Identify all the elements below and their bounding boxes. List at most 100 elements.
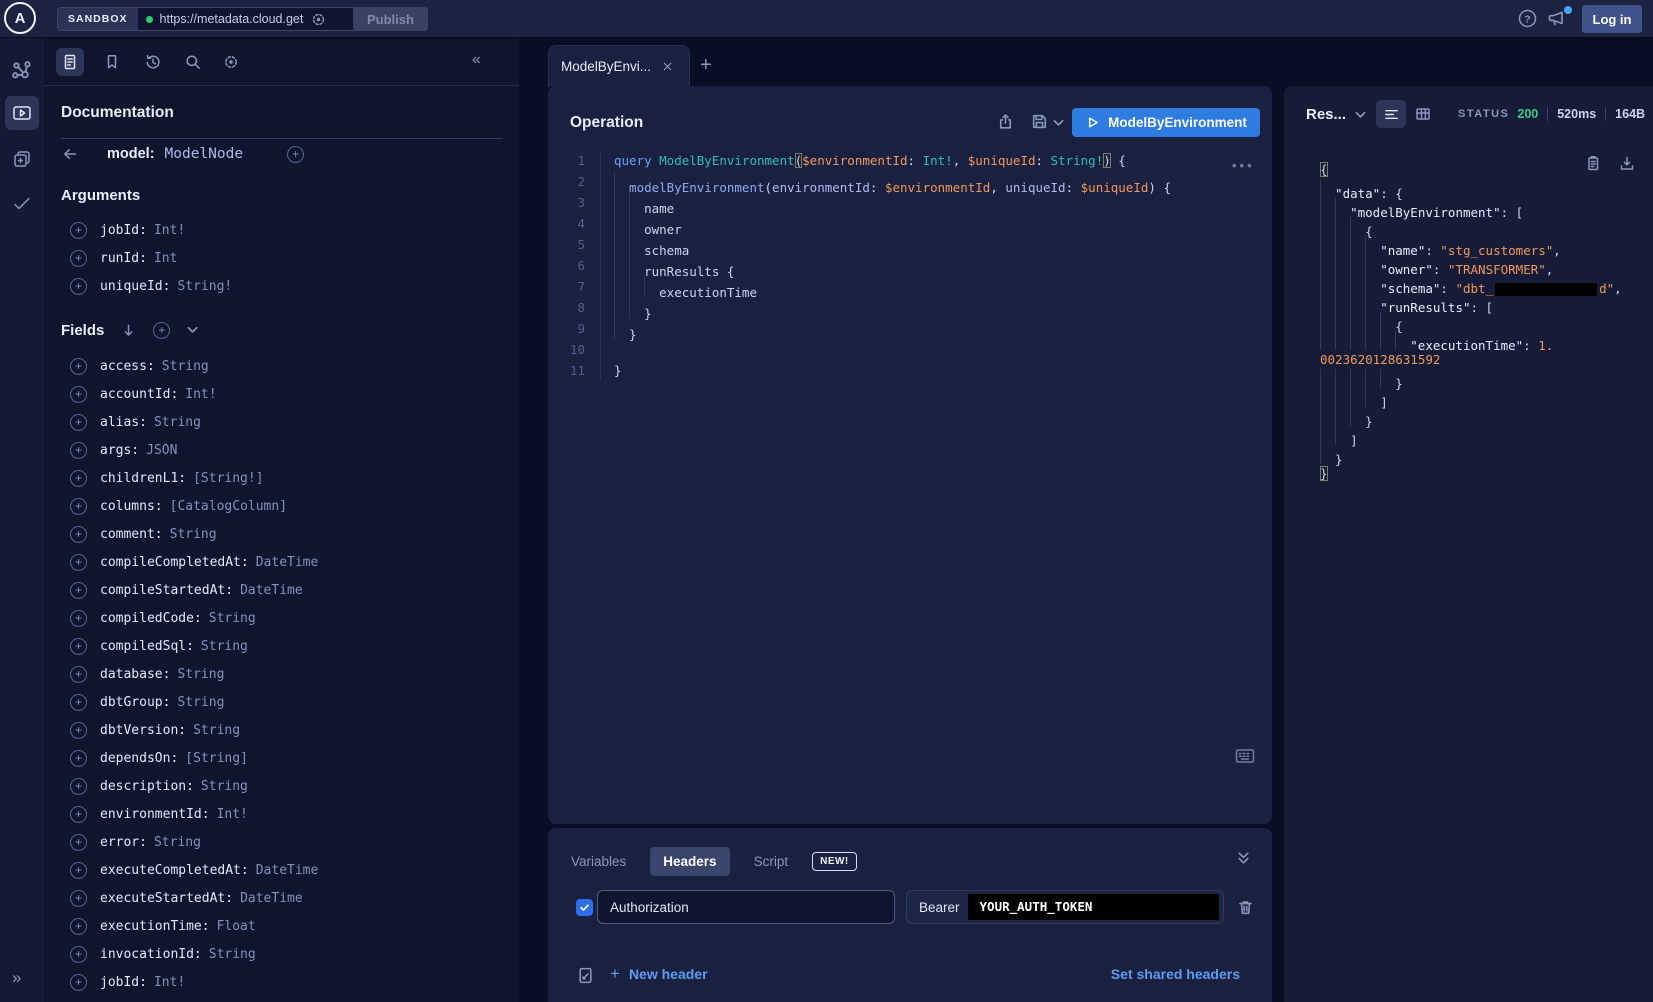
clone-icon[interactable] [11,148,33,170]
add-field-icon[interactable]: + [70,498,87,515]
field-type[interactable]: String [201,639,248,654]
field-name[interactable]: dbtVersion: [100,723,186,738]
run-operation-button[interactable]: ModelByEnvironment [1072,108,1260,137]
field-type[interactable]: [String] [185,751,248,766]
add-field-icon[interactable]: + [70,442,87,459]
field-name[interactable]: args: [100,443,139,458]
field-name[interactable]: dependsOn: [100,751,178,766]
field-name[interactable]: columns: [100,499,163,514]
add-field-icon[interactable]: + [70,554,87,571]
add-field-icon[interactable]: + [70,750,87,767]
add-field-icon[interactable]: + [70,358,87,375]
header-value-field[interactable]: Bearer YOUR_AUTH_TOKEN [906,890,1224,924]
header-name-input[interactable] [597,890,895,924]
bookmark-icon[interactable] [103,53,121,71]
raw-view-button[interactable] [1376,100,1406,128]
table-view-icon[interactable] [1414,105,1432,123]
add-field-icon[interactable]: + [70,974,87,991]
field-type[interactable]: DateTime [240,583,303,598]
add-field-icon[interactable]: + [70,778,87,795]
sort-down-icon[interactable] [121,322,136,338]
field-type[interactable]: Int! [154,975,185,990]
field-name[interactable]: uniqueId: [100,279,170,294]
add-field-icon[interactable]: + [70,222,87,239]
field-name[interactable]: compiledSql: [100,639,194,654]
add-field-icon[interactable]: + [70,638,87,655]
endpoint-url[interactable]: https://metadata.cloud.get [160,12,304,26]
field-type[interactable]: Int! [185,387,216,402]
field-type[interactable]: String [193,723,240,738]
field-name[interactable]: description: [100,779,194,794]
field-type[interactable]: String [177,667,224,682]
login-button[interactable]: Log in [1582,5,1642,33]
explorer-icon[interactable] [11,102,33,124]
new-tab-button[interactable]: + [700,54,712,77]
gear-icon[interactable] [222,53,240,71]
code-editor[interactable]: 1234567891011 query ModelByEnvironment($… [548,150,1272,381]
field-type[interactable]: String [154,415,201,430]
field-type[interactable]: String [209,611,256,626]
field-type[interactable]: String [209,947,256,962]
field-name[interactable]: executeCompletedAt: [100,863,249,878]
add-field-icon[interactable]: + [70,526,87,543]
history-icon[interactable] [144,53,162,71]
apollo-logo[interactable]: A [4,2,36,34]
expand-icon[interactable]: » [12,968,21,988]
field-type[interactable]: Float [217,919,256,934]
field-name[interactable]: accountId: [100,387,178,402]
field-name[interactable]: compiledCode: [100,611,202,626]
add-field-icon[interactable]: + [70,582,87,599]
field-name[interactable]: invocationId: [100,947,202,962]
collapse-icon[interactable]: « [472,51,481,69]
help-icon[interactable]: ? [1517,8,1538,29]
field-type[interactable]: Int! [217,807,248,822]
field-name[interactable]: jobId: [100,975,147,990]
save-icon[interactable] [1030,112,1049,131]
checks-icon[interactable] [11,193,33,215]
field-type[interactable]: String [177,695,224,710]
query-code[interactable]: query ModelByEnvironment($environmentId:… [600,150,1272,381]
field-name[interactable]: jobId: [100,223,147,238]
add-field-icon[interactable]: + [287,146,304,163]
add-field-icon[interactable]: + [70,666,87,683]
add-all-fields-icon[interactable]: + [153,322,170,339]
field-type[interactable]: Int! [154,223,185,238]
field-name[interactable]: compileStartedAt: [100,583,233,598]
add-field-icon[interactable]: + [70,414,87,431]
field-name[interactable]: runId: [100,251,147,266]
auth-token-redacted[interactable]: YOUR_AUTH_TOKEN [968,894,1219,920]
field-name[interactable]: alias: [100,415,147,430]
response-title[interactable]: Res... [1306,106,1366,123]
environment-file-icon[interactable] [576,966,595,985]
add-field-icon[interactable]: + [70,946,87,963]
field-type[interactable]: DateTime [256,555,319,570]
add-field-icon[interactable]: + [70,834,87,851]
field-name[interactable]: error: [100,835,147,850]
close-icon[interactable] [661,60,674,73]
trash-icon[interactable] [1236,898,1255,917]
add-field-icon[interactable]: + [70,806,87,823]
add-field-icon[interactable]: + [70,722,87,739]
operation-tab[interactable]: ModelByEnvi... [548,45,690,87]
back-arrow-icon[interactable] [61,145,79,163]
add-field-icon[interactable]: + [70,386,87,403]
graph-icon[interactable] [11,60,33,82]
field-name[interactable]: executionTime: [100,919,210,934]
field-name[interactable]: childrenL1: [100,471,186,486]
field-name[interactable]: executeStartedAt: [100,891,233,906]
add-field-icon[interactable]: + [70,862,87,879]
field-type[interactable]: [CatalogColumn] [170,499,287,514]
search-icon[interactable] [184,53,202,71]
document-icon[interactable] [61,53,79,71]
field-type[interactable]: String [201,779,248,794]
field-type[interactable]: Int [154,251,177,266]
shared-headers-link[interactable]: Set shared headers [1111,966,1240,982]
field-type[interactable]: String [154,835,201,850]
add-field-icon[interactable]: + [70,470,87,487]
tab-headers[interactable]: Headers [650,847,729,876]
field-type[interactable]: [String!] [193,471,263,486]
add-field-icon[interactable]: + [70,890,87,907]
response-title-label[interactable]: Res... [1306,106,1346,123]
field-name[interactable]: dbtGroup: [100,695,170,710]
field-name[interactable]: comment: [100,527,163,542]
